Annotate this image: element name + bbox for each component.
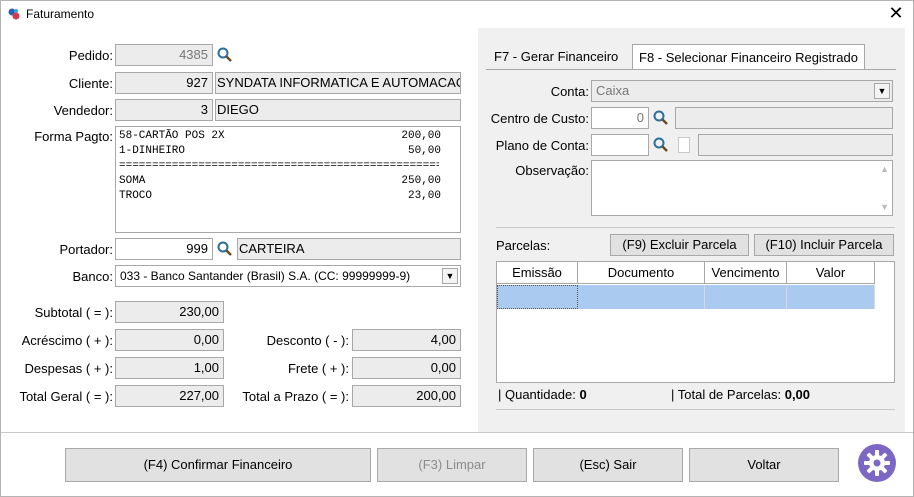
column-header-emissao[interactable]: Emissão <box>497 262 578 284</box>
acrescimo-label: Acréscimo ( + ): <box>21 333 113 348</box>
app-icon <box>7 7 21 21</box>
plano-conta-search-icon[interactable] <box>653 137 669 153</box>
conta-value: Caixa <box>596 83 630 98</box>
plano-conta-field[interactable] <box>591 134 649 156</box>
column-header-documento[interactable]: Documento <box>578 262 705 284</box>
total-geral-label: Total Geral ( = ): <box>19 389 113 404</box>
conta-select[interactable]: Caixa ▼ <box>591 80 893 102</box>
pedido-search-icon[interactable] <box>217 47 233 63</box>
centro-custo-name-field <box>675 107 893 129</box>
frete-label: Frete ( + ): <box>287 361 349 376</box>
pagto-line-desc: SOMA <box>119 175 146 187</box>
centro-custo-field[interactable]: 0 <box>591 107 649 129</box>
scroll-up-icon[interactable]: ▲ <box>880 164 889 174</box>
despesas-field[interactable]: 1,00 <box>115 357 224 379</box>
document-icon[interactable] <box>678 137 690 153</box>
table-cell[interactable] <box>497 285 578 309</box>
centro-custo-label: Centro de Custo: <box>490 111 589 126</box>
pagto-line: TROCO 23,00 <box>119 189 457 204</box>
vendedor-name-field: DIEGO <box>215 99 461 121</box>
banco-value: 033 - Banco Santander (Brasil) S.A. (CC:… <box>120 269 411 283</box>
limpar-button[interactable]: (F3) Limpar <box>377 448 527 482</box>
banco-select[interactable]: 033 - Banco Santander (Brasil) S.A. (CC:… <box>115 265 461 287</box>
column-header-valor[interactable]: Valor <box>787 262 875 284</box>
vendedor-code-field[interactable]: 3 <box>115 99 213 121</box>
chevron-down-icon[interactable]: ▼ <box>874 83 890 99</box>
pedido-field[interactable]: 4385 <box>115 44 213 66</box>
cliente-name-field: SYNDATA INFORMATICA E AUTOMACAO <box>215 72 461 94</box>
banco-label: Banco: <box>72 269 113 284</box>
forma-pagto-area[interactable]: 58-CARTÃO POS 2X 200,00 1-DINHEIRO 50,00 ===… <box>115 126 461 233</box>
plano-conta-name-field <box>698 134 893 156</box>
divider <box>496 409 895 410</box>
desconto-label: Desconto ( - ): <box>266 333 349 348</box>
tab-selecionar-financeiro[interactable]: F8 - Selecionar Financeiro Registrado <box>632 44 865 70</box>
footer-divider <box>1 432 913 433</box>
total-parcelas-summary: | Total de Parcelas: 0,00 <box>671 387 810 402</box>
pagto-line-value <box>441 159 457 174</box>
chevron-down-icon[interactable]: ▼ <box>442 268 458 284</box>
window-title: Faturamento <box>26 7 95 21</box>
total-prazo-field: 200,00 <box>352 385 461 407</box>
pedido-label: Pedido: <box>68 48 113 63</box>
title-bar: Faturamento ✕ <box>1 1 913 27</box>
table-cell[interactable] <box>578 285 705 309</box>
tab-divider <box>486 69 896 70</box>
pagto-line: 58-CARTÃO POS 2X 200,00 <box>119 129 457 144</box>
confirmar-financeiro-button[interactable]: (F4) Confirmar Financeiro <box>65 448 371 482</box>
quantidade-label: | Quantidade: <box>498 387 576 402</box>
table-cell[interactable] <box>787 285 875 309</box>
subtotal-field: 230,00 <box>115 301 224 323</box>
tab-gerar-financeiro[interactable]: F7 - Gerar Financeiro <box>488 44 624 70</box>
scroll-down-icon[interactable]: ▼ <box>880 202 889 212</box>
cliente-code-field[interactable]: 927 <box>115 72 213 94</box>
desconto-field[interactable]: 4,00 <box>352 329 461 351</box>
portador-search-icon[interactable] <box>217 241 233 257</box>
pagto-line: 1-DINHEIRO 50,00 <box>119 144 457 159</box>
voltar-button[interactable]: Voltar <box>689 448 839 482</box>
plano-conta-label: Plano de Conta: <box>495 138 589 153</box>
portador-label: Portador: <box>59 242 113 257</box>
portador-code-field[interactable]: 999 <box>115 238 213 260</box>
faturamento-window: Faturamento ✕ Pedido: 4385 Cliente: 927 … <box>0 0 914 497</box>
close-icon[interactable]: ✕ <box>887 4 905 22</box>
sair-button[interactable]: (Esc) Sair <box>533 448 683 482</box>
pagto-line-desc: 1-DINHEIRO <box>119 145 186 157</box>
vendedor-label: Vendedor: <box>53 103 113 118</box>
forma-pagto-label: Forma Pagto: <box>34 129 113 144</box>
cliente-label: Cliente: <box>68 76 113 91</box>
pagto-line-value: 200,00 <box>401 130 441 142</box>
parcelas-table: Emissão Documento Vencimento Valor <box>496 261 895 383</box>
table-cell[interactable] <box>705 285 787 309</box>
divider <box>496 227 895 228</box>
total-parcelas-value: 0,00 <box>784 387 811 402</box>
quantidade-value: 0 <box>579 387 587 402</box>
excluir-parcela-button[interactable]: (F9) Excluir Parcela <box>610 234 749 256</box>
subtotal-label: Subtotal ( = ): <box>34 305 113 320</box>
column-header-vencimento[interactable]: Vencimento <box>705 262 787 284</box>
pagto-line-value: 23,00 <box>407 190 441 202</box>
pagto-line-value: 50,00 <box>407 145 441 157</box>
centro-custo-search-icon[interactable] <box>653 110 669 126</box>
observacao-field[interactable]: ▲ ▼ <box>591 160 893 216</box>
observacao-label: Observação: <box>515 163 589 178</box>
total-prazo-label: Total a Prazo ( = ): <box>242 389 349 404</box>
pagto-line-desc: 58-CARTÃO POS 2X <box>119 130 225 142</box>
quantidade-summary: | Quantidade: 0 <box>498 387 587 402</box>
pagto-line-value: 250,00 <box>401 175 441 187</box>
conta-label: Conta: <box>550 84 589 99</box>
pagto-line: ========================================… <box>119 159 457 174</box>
pagto-line-desc: TROCO <box>119 190 153 202</box>
incluir-parcela-button[interactable]: (F10) Incluir Parcela <box>754 234 894 256</box>
parcelas-label: Parcelas: <box>496 238 551 253</box>
gear-icon[interactable] <box>858 444 896 482</box>
portador-name-field: CARTEIRA <box>237 238 461 260</box>
frete-field[interactable]: 0,00 <box>352 357 461 379</box>
acrescimo-field[interactable]: 0,00 <box>115 329 224 351</box>
pagto-line: SOMA 250,00 <box>119 174 457 189</box>
total-geral-field: 227,00 <box>115 385 224 407</box>
despesas-label: Despesas ( + ): <box>24 361 113 376</box>
total-parcelas-label: | Total de Parcelas: <box>671 387 782 402</box>
pagto-line-desc: ========================================… <box>119 160 439 172</box>
